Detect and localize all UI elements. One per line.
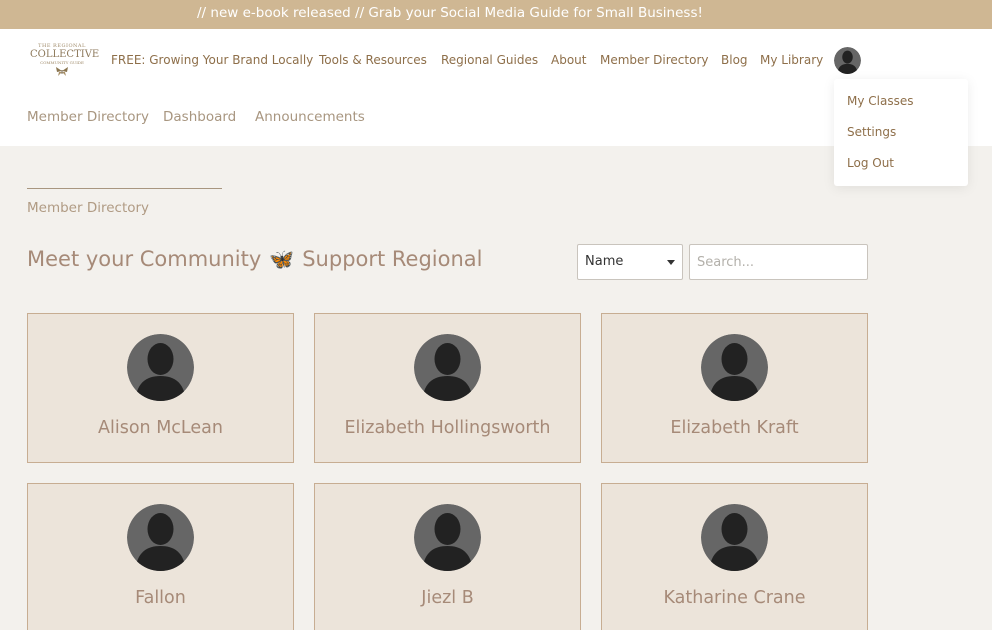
member-card[interactable]: Elizabeth Hollingsworth [314,313,581,463]
subnav-announcements[interactable]: Announcements [255,109,365,125]
member-avatar [127,504,194,571]
member-card[interactable]: Katharine Crane [601,483,868,630]
nav-member-directory[interactable]: Member Directory [600,53,708,67]
member-avatar [701,504,768,571]
member-avatar [414,334,481,401]
user-avatar-button[interactable] [834,47,861,74]
announcement-bar[interactable]: // new e-book released // Grab your Soci… [0,0,992,29]
default-avatar-icon [127,504,194,571]
default-avatar-icon [414,334,481,401]
user-avatar-icon [834,47,861,74]
member-card[interactable]: Alison McLean [27,313,294,463]
member-name[interactable]: Jiezl B [315,588,580,608]
member-card[interactable]: Fallon [27,483,294,630]
member-avatar [701,334,768,401]
page-title: Meet your Community 🦋 Support Regional [27,247,483,271]
chevron-down-icon [667,260,675,265]
default-avatar-icon [701,504,768,571]
member-name[interactable]: Elizabeth Kraft [602,418,867,438]
butterfly-emoji-icon: 🦋 [269,247,295,271]
nav-about[interactable]: About [551,53,586,67]
nav-blog[interactable]: Blog [721,53,748,67]
logo-line-3: COMMUNITY GUIDE [40,60,84,65]
member-name[interactable]: Alison McLean [28,418,293,438]
sort-select[interactable]: Name [577,244,683,280]
member-avatar [414,504,481,571]
nav-free-growing-brand[interactable]: FREE: Growing Your Brand Locally [111,53,313,67]
default-avatar-icon [701,334,768,401]
member-avatar [127,334,194,401]
section-divider [27,188,222,189]
nav-my-library[interactable]: My Library [760,53,823,67]
announcement-text[interactable]: // new e-book released // Grab your Soci… [197,5,703,21]
breadcrumb: Member Directory [27,200,150,216]
page-title-part-1: Meet your Community [27,247,262,271]
member-card[interactable]: Elizabeth Kraft [601,313,868,463]
member-name[interactable]: Elizabeth Hollingsworth [315,418,580,438]
member-name[interactable]: Fallon [28,588,293,608]
member-name[interactable]: Katharine Crane [602,588,867,608]
menu-item-my-classes[interactable]: My Classes [847,94,913,108]
sort-select-value: Name [585,254,624,269]
page-title-part-2: Support Regional [302,247,483,271]
site-logo[interactable]: THE REGIONAL COLLECTIVE COMMUNITY GUIDE [30,43,100,81]
default-avatar-icon [127,334,194,401]
member-search-input[interactable] [689,244,868,280]
logo-line-2: COLLECTIVE [30,49,100,60]
menu-item-settings[interactable]: Settings [847,125,896,139]
member-card[interactable]: Jiezl B [314,483,581,630]
butterfly-logo-icon [56,67,68,76]
subnav-member-directory[interactable]: Member Directory [27,109,149,125]
nav-regional-guides[interactable]: Regional Guides [441,53,538,67]
user-dropdown-menu: My Classes Settings Log Out [834,79,968,186]
subnav-dashboard[interactable]: Dashboard [163,109,236,125]
default-avatar-icon [414,504,481,571]
nav-tools-resources[interactable]: Tools & Resources [319,53,427,67]
menu-item-log-out[interactable]: Log Out [847,156,894,170]
